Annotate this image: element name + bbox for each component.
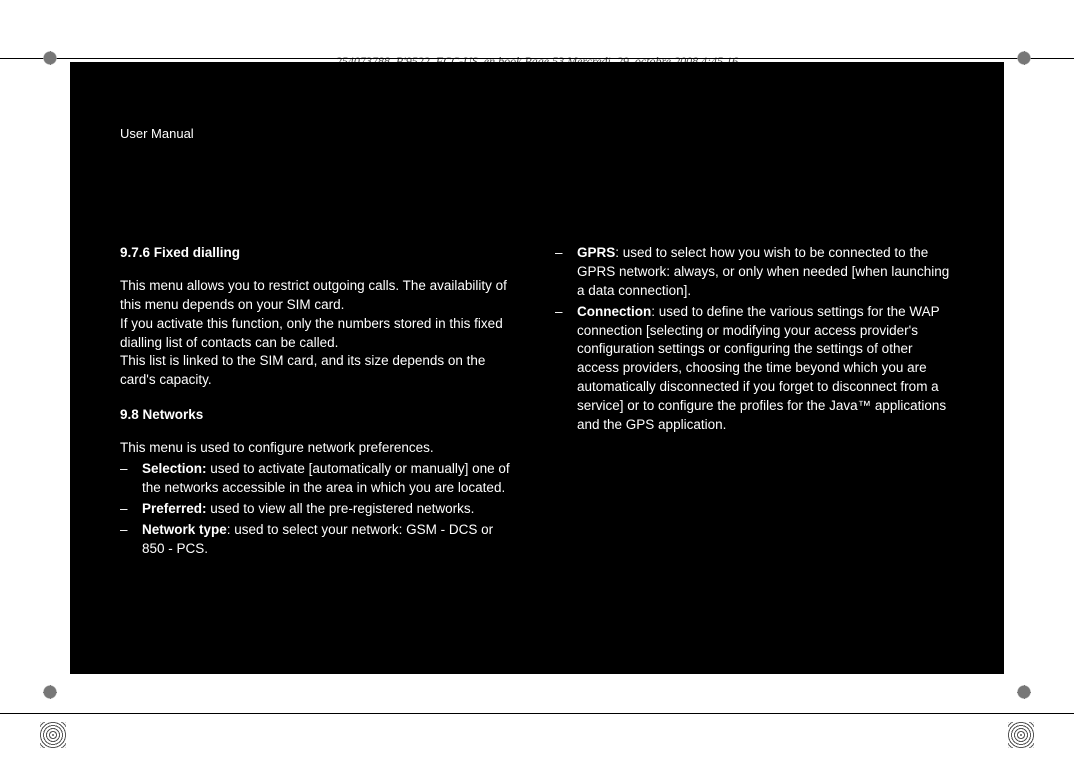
spiral-mark-icon [40,722,66,748]
section-heading-98: 9.8 Networks [120,406,519,425]
manual-page: User Manual 9.7.6 Fixed dialling This me… [70,62,1004,674]
dash-icon: – [120,460,142,498]
dash-icon: – [120,500,142,519]
list-item: – GPRS: used to select how you wish to b… [555,244,954,301]
spiral-mark-icon [1008,722,1034,748]
para: This menu is used to configure network p… [120,439,519,458]
para: This menu allows you to restrict outgoin… [120,277,519,315]
crop-mark-line [0,713,1074,714]
dash-icon: – [555,303,577,435]
para: This list is linked to the SIM card, and… [120,352,519,390]
right-column: – GPRS: used to select how you wish to b… [555,244,954,634]
list-item: – Preferred: used to view all the pre-re… [120,500,519,519]
item-text: : used to define the various settings fo… [577,304,946,432]
list-item: – Connection: used to define the various… [555,303,954,435]
section-heading-976: 9.7.6 Fixed dialling [120,244,519,263]
registration-mark-icon [40,48,60,68]
item-text: used to view all the pre-registered netw… [207,501,475,516]
manual-label: User Manual [120,126,194,141]
item-label: Network type [142,522,227,537]
registration-mark-icon [1014,682,1034,702]
item-label: GPRS [577,245,615,260]
item-label: Preferred: [142,501,207,516]
item-label: Selection: [142,461,207,476]
left-column: 9.7.6 Fixed dialling This menu allows yo… [120,244,519,634]
item-label: Connection [577,304,651,319]
registration-mark-icon [1014,48,1034,68]
content-columns: 9.7.6 Fixed dialling This menu allows yo… [120,244,954,634]
list-item: – Selection: used to activate [automatic… [120,460,519,498]
dash-icon: – [555,244,577,301]
registration-mark-icon [40,682,60,702]
list-item: – Network type: used to select your netw… [120,521,519,559]
dash-icon: – [120,521,142,559]
item-text: : used to select how you wish to be conn… [577,245,949,298]
para: If you activate this function, only the … [120,315,519,353]
crop-mark-line [0,58,1074,59]
